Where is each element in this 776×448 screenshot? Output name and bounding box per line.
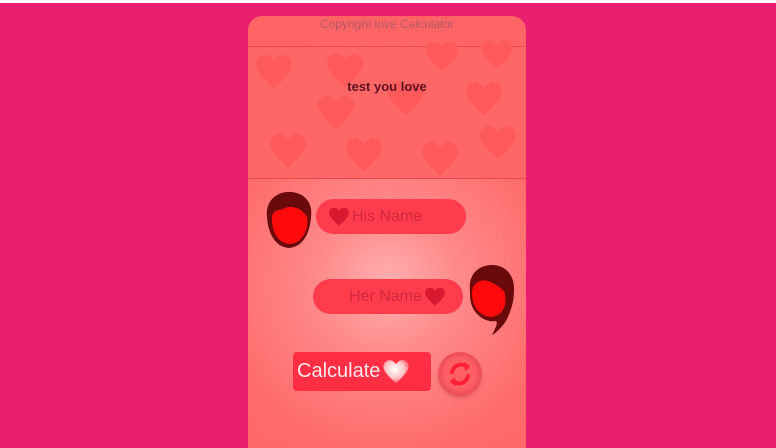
heart-icon bbox=[316, 95, 356, 131]
divider bbox=[248, 178, 526, 179]
calculate-label: Calculate bbox=[297, 360, 381, 382]
heart-icon bbox=[420, 141, 460, 177]
his-name-placeholder: His Name bbox=[352, 207, 423, 225]
female-avatar-icon bbox=[466, 263, 516, 335]
love-calculator-card: Copyright love Calculator test you love … bbox=[248, 16, 526, 448]
heart-icon bbox=[268, 133, 308, 169]
her-name-placeholder: Her Name bbox=[349, 287, 422, 305]
heart-icon bbox=[478, 125, 518, 161]
male-avatar-icon bbox=[263, 189, 315, 251]
tagline: test you love bbox=[347, 79, 427, 94]
calculate-button[interactable]: Calculate bbox=[293, 352, 431, 391]
heart-icon bbox=[424, 287, 446, 307]
refresh-icon bbox=[450, 362, 470, 386]
heart-icon bbox=[480, 39, 514, 71]
his-name-input[interactable]: His Name bbox=[316, 199, 466, 234]
top-border bbox=[0, 0, 776, 3]
hearts-banner: test you love bbox=[248, 40, 526, 178]
heart-icon bbox=[328, 207, 350, 227]
her-name-input[interactable]: Her Name bbox=[313, 279, 463, 314]
refresh-button[interactable] bbox=[440, 354, 480, 394]
heart-icon bbox=[424, 41, 460, 73]
heart-icon bbox=[382, 359, 410, 385]
heart-icon bbox=[344, 137, 384, 173]
